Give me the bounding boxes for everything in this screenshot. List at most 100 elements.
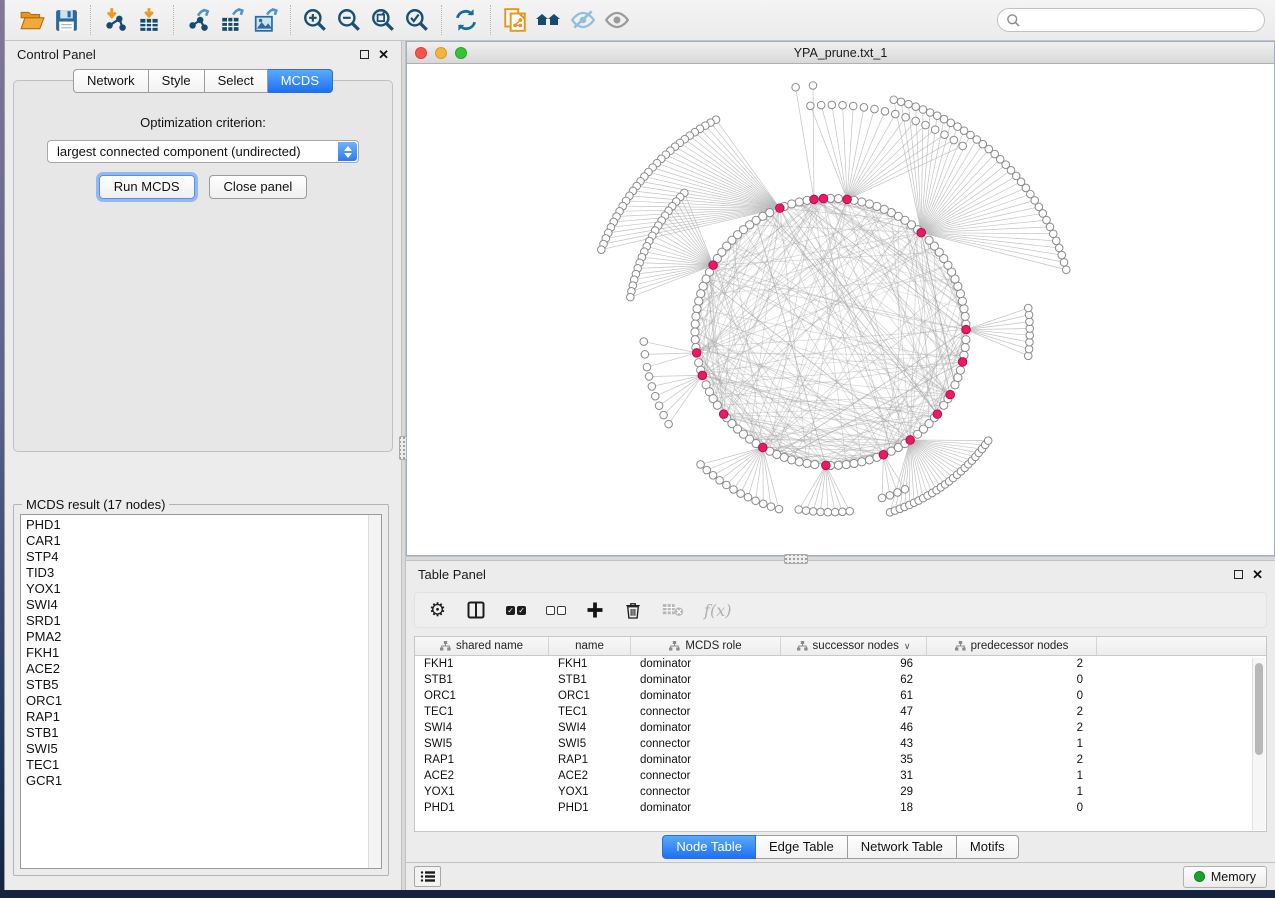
- optimization-criterion-label: Optimization criterion:: [14, 115, 392, 130]
- list-item[interactable]: TID3: [26, 565, 381, 581]
- tab-motifs[interactable]: Motifs: [957, 835, 1019, 859]
- float-panel-icon[interactable]: [1234, 570, 1243, 579]
- export-network-icon[interactable]: [181, 4, 215, 36]
- memory-button[interactable]: Memory: [1183, 866, 1267, 888]
- search-field[interactable]: [997, 8, 1265, 32]
- column-type-icon: [797, 641, 808, 651]
- table-row[interactable]: ACE2ACE2connector311: [415, 768, 1266, 784]
- tab-mcds[interactable]: MCDS: [268, 69, 333, 93]
- export-image-icon[interactable]: [249, 4, 283, 36]
- column-header[interactable]: shared name: [415, 637, 549, 655]
- tab-node-table[interactable]: Node Table: [662, 835, 756, 859]
- zoom-out-icon[interactable]: [332, 4, 366, 36]
- network-view-canvas[interactable]: [407, 64, 1274, 555]
- table-row[interactable]: ORC1ORC1dominator610: [415, 688, 1266, 704]
- columns-icon[interactable]: [466, 600, 486, 620]
- zoom-selected-icon[interactable]: [400, 4, 434, 36]
- zoom-fit-icon[interactable]: [366, 4, 400, 36]
- table-cell: 46: [781, 722, 927, 734]
- table-row[interactable]: RAP1RAP1dominator352: [415, 752, 1266, 768]
- gear-icon[interactable]: ⚙: [429, 601, 446, 620]
- scrollbar-thumb[interactable]: [1255, 663, 1263, 755]
- task-history-icon[interactable]: [414, 866, 441, 887]
- table-panel-header: Table Panel ✕: [406, 561, 1275, 587]
- run-mcds-button[interactable]: Run MCDS: [99, 175, 195, 199]
- list-item[interactable]: STB1: [26, 725, 381, 741]
- list-item[interactable]: RAP1: [26, 709, 381, 725]
- export-table-icon[interactable]: [215, 4, 249, 36]
- refresh-icon[interactable]: [449, 4, 483, 36]
- list-item[interactable]: PMA2: [26, 629, 381, 645]
- list-item[interactable]: SWI5: [26, 741, 381, 757]
- table-cell: 29: [781, 786, 927, 798]
- delete-column-icon[interactable]: [624, 601, 642, 620]
- tab-edge-table[interactable]: Edge Table: [756, 835, 848, 859]
- close-panel-button[interactable]: Close panel: [209, 175, 308, 199]
- table-row[interactable]: SWI4SWI4dominator462: [415, 720, 1266, 736]
- control-panel-title: Control Panel: [17, 47, 96, 62]
- table-cell: 31: [781, 770, 927, 782]
- close-panel-icon[interactable]: ✕: [378, 50, 389, 59]
- list-item[interactable]: FKH1: [26, 645, 381, 661]
- network-window-titlebar[interactable]: YPA_prune.txt_1: [407, 42, 1274, 64]
- list-item[interactable]: YOX1: [26, 581, 381, 597]
- table-scrollbar[interactable]: [1252, 658, 1265, 830]
- list-item[interactable]: ACE2: [26, 661, 381, 677]
- main-toolbar: [5, 0, 1275, 41]
- table-cell: SWI5: [415, 738, 549, 750]
- memory-label: Memory: [1211, 870, 1256, 884]
- table-row[interactable]: PHD1PHD1dominator180: [415, 800, 1266, 816]
- column-header[interactable]: MCDS role: [631, 637, 781, 655]
- list-scrollbar[interactable]: [368, 515, 381, 868]
- add-column-icon[interactable]: [586, 601, 604, 619]
- tab-network-table[interactable]: Network Table: [848, 835, 957, 859]
- list-item[interactable]: GCR1: [26, 773, 381, 789]
- criterion-select[interactable]: largest connected component (undirected): [47, 140, 359, 163]
- table-row[interactable]: FKH1FKH1dominator962: [415, 656, 1266, 672]
- network-window: YPA_prune.txt_1: [406, 41, 1275, 556]
- search-input[interactable]: [1026, 13, 1256, 27]
- table-cell: PHD1: [549, 802, 631, 814]
- list-item[interactable]: ORC1: [26, 693, 381, 709]
- table-cell: 62: [781, 674, 927, 686]
- import-network-icon[interactable]: [98, 4, 132, 36]
- column-header[interactable]: successor nodes∨: [781, 637, 927, 655]
- open-file-icon[interactable]: [15, 4, 49, 36]
- table-row[interactable]: SWI5SWI5connector431: [415, 736, 1266, 752]
- column-header-filler: [1097, 637, 1266, 655]
- hide-selected-icon[interactable]: [566, 4, 600, 36]
- table-row[interactable]: STB1STB1dominator620: [415, 672, 1266, 688]
- deselect-all-icon[interactable]: [546, 606, 566, 615]
- close-panel-icon[interactable]: ✕: [1252, 570, 1263, 579]
- column-header[interactable]: predecessor nodes: [927, 637, 1097, 655]
- first-neighbors-icon[interactable]: [532, 4, 566, 36]
- toolbar-separator: [441, 5, 442, 35]
- list-item[interactable]: SRD1: [26, 613, 381, 629]
- list-item[interactable]: STP4: [26, 549, 381, 565]
- table-tabs: Node TableEdge TableNetwork TableMotifs: [406, 832, 1275, 862]
- float-panel-icon[interactable]: [360, 50, 369, 59]
- save-session-icon[interactable]: [49, 4, 83, 36]
- zoom-in-icon[interactable]: [298, 4, 332, 36]
- list-item[interactable]: CAR1: [26, 533, 381, 549]
- show-all-icon[interactable]: [600, 4, 634, 36]
- import-table-icon[interactable]: [132, 4, 166, 36]
- tab-style[interactable]: Style: [149, 69, 205, 93]
- column-header[interactable]: name: [549, 637, 631, 655]
- table-row[interactable]: TEC1TEC1connector472: [415, 704, 1266, 720]
- list-item[interactable]: PHD1: [26, 517, 381, 533]
- mcds-result-list[interactable]: PHD1CAR1STP4TID3YOX1SWI4SRD1PMA2FKH1ACE2…: [20, 514, 382, 869]
- select-all-icon[interactable]: ✓✓: [506, 606, 526, 615]
- table-cell: dominator: [631, 754, 781, 766]
- tab-network[interactable]: Network: [73, 69, 149, 93]
- table-cell: 47: [781, 706, 927, 718]
- list-item[interactable]: STB5: [26, 677, 381, 693]
- clone-network-icon[interactable]: [498, 4, 532, 36]
- tab-select[interactable]: Select: [205, 69, 268, 93]
- table-cell: TEC1: [549, 706, 631, 718]
- table-row[interactable]: YOX1YOX1connector291: [415, 784, 1266, 800]
- application-window: Control Panel ✕ NetworkStyleSelectMCDS O…: [4, 0, 1275, 890]
- toolbar-separator: [290, 5, 291, 35]
- list-item[interactable]: SWI4: [26, 597, 381, 613]
- list-item[interactable]: TEC1: [26, 757, 381, 773]
